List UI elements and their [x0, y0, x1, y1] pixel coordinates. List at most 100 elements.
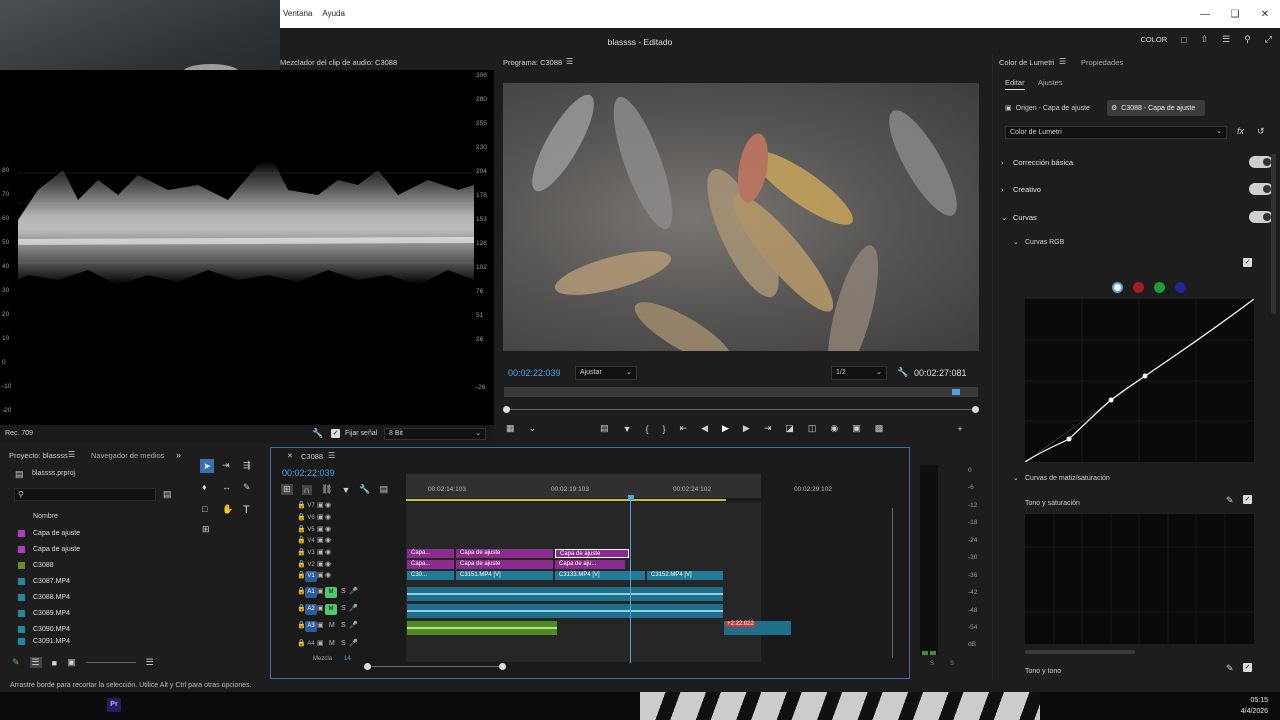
subtab-settings[interactable]: Ajustes	[1038, 78, 1063, 87]
list-item[interactable]: C3091.MP4	[0, 637, 175, 646]
clip-video[interactable]: C30...	[407, 571, 454, 580]
curves-toggle[interactable]	[1249, 211, 1273, 223]
clip-adjust[interactable]: Capa de ajuste	[456, 560, 553, 569]
pen-icon[interactable]: ✎	[243, 482, 251, 493]
go-to-out-icon[interactable]: ⇥	[764, 423, 772, 434]
type-icon[interactable]: T	[243, 504, 250, 516]
section-curves[interactable]: ⌄ Curvas	[1001, 211, 1273, 223]
clip-adjust[interactable]: Capa...	[407, 560, 454, 569]
tab-project[interactable]: Proyecto: blassss	[9, 451, 68, 460]
eyedropper-icon[interactable]: ✎	[1226, 495, 1234, 506]
clip-adjust[interactable]: Capa de ajuste	[456, 549, 553, 558]
chevron-down-icon[interactable]: ⌄	[529, 423, 537, 434]
clip-audio-a3-b[interactable]: +2:22:022	[724, 621, 791, 635]
wrench-icon[interactable]: 🔧	[312, 428, 323, 439]
program-ruler[interactable]	[504, 387, 978, 397]
step-forward-icon[interactable]: ▶	[743, 423, 750, 434]
sync-icon[interactable]: ▣	[317, 560, 325, 568]
timeline-ruler[interactable]: 00:02:14:103 00:02:19:103 00:02:24:102	[406, 474, 761, 501]
eye-icon[interactable]: ◉	[325, 525, 333, 533]
menu-icon[interactable]: ☰	[1222, 34, 1230, 45]
vr-icon[interactable]: ▩	[875, 423, 884, 434]
clip-audio-a1[interactable]	[407, 587, 723, 601]
sync-icon[interactable]: ▣	[317, 604, 325, 612]
sync-icon[interactable]: ▣	[317, 639, 325, 647]
sync-icon[interactable]: ▣	[317, 525, 325, 533]
fit-select[interactable]: Ajustar ⌄	[575, 366, 637, 380]
zoom-handle-right[interactable]	[972, 406, 979, 413]
playhead-line[interactable]	[630, 498, 631, 663]
eye-icon[interactable]: ◉	[325, 501, 333, 509]
sync-icon[interactable]: ▣	[317, 501, 325, 509]
wrench-icon[interactable]: 🔧	[359, 484, 370, 495]
extract-icon[interactable]: ◫	[808, 423, 817, 434]
panel-menu-icon[interactable]: ☰	[328, 451, 335, 460]
solo-right-button[interactable]: S	[950, 661, 954, 667]
lock-icon[interactable]: 🔒	[297, 639, 306, 647]
new-bin-icon[interactable]: ▤	[163, 489, 172, 500]
mic-icon[interactable]: 🎤	[349, 604, 358, 612]
freeform-view-icon[interactable]: ▣	[67, 657, 76, 668]
target-selector[interactable]: ⚙ C3088 - Capa de ajuste	[1107, 100, 1205, 116]
reframe-icon[interactable]: ⊞	[202, 524, 210, 535]
mic-icon[interactable]: 🎤	[349, 587, 358, 595]
program-playhead[interactable]	[952, 389, 960, 395]
solo-button[interactable]: S	[341, 622, 349, 629]
marker-icon[interactable]: ▼	[623, 424, 632, 434]
mic-icon[interactable]: 🎤	[349, 639, 358, 647]
clip-audio-a3[interactable]	[407, 621, 557, 635]
eye-icon[interactable]: ◉	[325, 571, 333, 579]
lumetri-vertical-scrollbar[interactable]	[1271, 154, 1276, 314]
scope-colorspace[interactable]: Rec. 709	[5, 430, 33, 437]
mute-button[interactable]: M	[329, 622, 337, 629]
hue-sat-checkbox[interactable]: ✓	[1243, 495, 1252, 504]
track-label[interactable]: A2	[305, 604, 317, 615]
program-timecode-in[interactable]: 00:02:22:039	[508, 368, 561, 378]
clock[interactable]: 05:15 4/4/2026	[1241, 695, 1268, 717]
track-label[interactable]: V1	[305, 571, 317, 582]
curve-point[interactable]	[1142, 373, 1148, 379]
track-label[interactable]: A1	[305, 587, 317, 598]
share-icon[interactable]: ⇧	[1201, 34, 1209, 45]
close-tab-icon[interactable]: ✕	[287, 452, 293, 460]
lock-icon[interactable]: 🔒	[297, 560, 306, 568]
icon-view-icon[interactable]: ■	[52, 658, 57, 668]
menu-ventana[interactable]: Ventana	[283, 9, 312, 18]
search-icon[interactable]: ⚲	[1244, 34, 1251, 45]
track-label[interactable]: V3	[305, 548, 317, 559]
lock-icon[interactable]: 🔒	[297, 621, 306, 629]
eye-icon[interactable]: ◉	[325, 560, 333, 568]
lock-icon[interactable]: 🔒	[297, 536, 306, 544]
solo-button[interactable]: S	[341, 640, 349, 647]
track-select-icon[interactable]: ⇥	[222, 460, 230, 471]
channel-red[interactable]	[1133, 282, 1144, 293]
add-button-icon[interactable]: +	[957, 424, 962, 434]
channel-green[interactable]	[1154, 282, 1165, 293]
hand-icon[interactable]: ✋	[222, 504, 233, 515]
list-item[interactable]: C3090.MP4	[0, 621, 175, 637]
lock-icon[interactable]: 🔒	[297, 548, 306, 556]
channel-blue[interactable]	[1175, 282, 1186, 293]
lock-icon[interactable]: 🔒	[297, 571, 306, 579]
panel-menu-icon[interactable]: ☰	[566, 57, 573, 66]
lock-icon[interactable]: 🔒	[297, 513, 306, 521]
solo-button[interactable]: S	[341, 605, 349, 612]
pencil-icon[interactable]: ✎	[12, 657, 20, 668]
track-label[interactable]: V7	[305, 501, 317, 512]
mute-button[interactable]: M	[325, 587, 337, 598]
zoom-handle-left[interactable]	[503, 406, 510, 413]
timeline-timecode[interactable]: 00:02:22:039	[282, 468, 335, 478]
hue-hue-checkbox[interactable]: ✓	[1243, 663, 1252, 672]
track-label[interactable]: A4	[305, 639, 317, 650]
wrench-icon[interactable]: 🔧	[897, 367, 908, 378]
track-label[interactable]: V6	[305, 513, 317, 524]
hscroll-handle-left[interactable]	[364, 663, 371, 670]
eye-icon[interactable]: ◉	[325, 548, 333, 556]
eyedropper-icon[interactable]: ✎	[1226, 663, 1234, 674]
clip-video[interactable]: C3151.MP4 [V]	[456, 571, 553, 580]
hue-sat-curves-header[interactable]: ⌄ Curvas de matiz/saturación	[1013, 474, 1110, 483]
snap-icon[interactable]: ∩	[301, 484, 313, 495]
list-item[interactable]: C3089.MP4	[0, 605, 175, 621]
mix-value[interactable]: 14	[344, 656, 351, 662]
column-name-header[interactable]: Nombre	[33, 513, 58, 520]
